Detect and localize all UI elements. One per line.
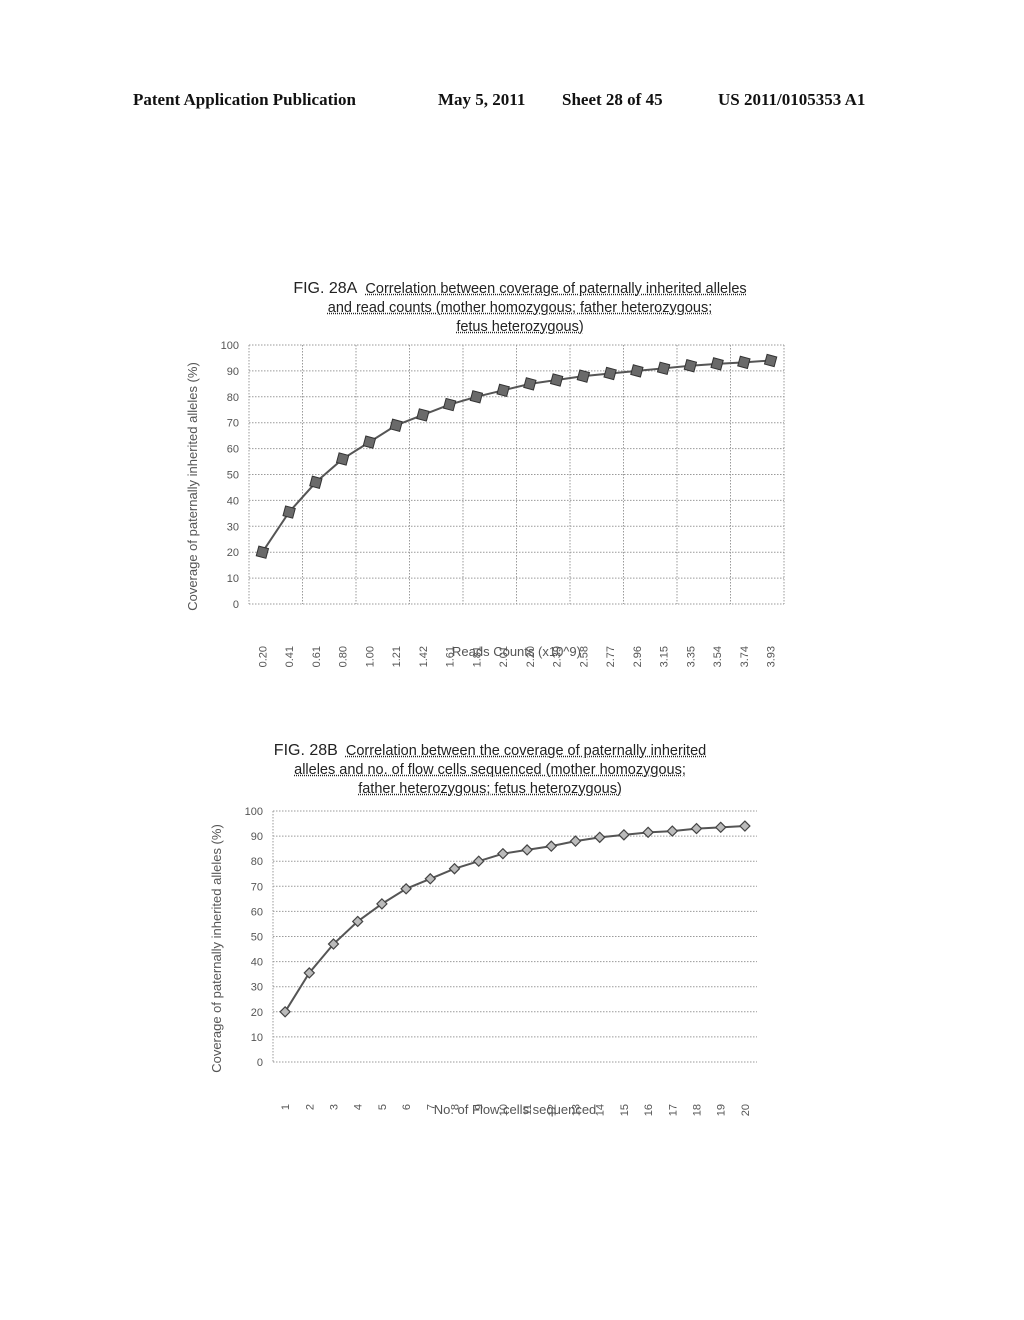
chart-fig-28a: 0 10 20 30 40 50 60 70 80 90 100 0.20 0.41 0.61 0.80 1.… <box>185 340 785 667</box>
x-tick-label: 4 <box>353 1104 365 1110</box>
x-tick-label: 0.41 <box>284 646 296 667</box>
data-point <box>472 855 485 868</box>
y-tick-label: 50 <box>251 932 263 944</box>
data-point <box>593 831 606 844</box>
series-line <box>284 825 745 1013</box>
x-tick-label: 6 <box>401 1104 413 1110</box>
data-point <box>710 357 724 371</box>
y-tick-label: 90 <box>251 831 263 843</box>
y-tick-label: 30 <box>227 521 239 533</box>
data-point <box>416 408 430 422</box>
data-point <box>255 545 270 559</box>
data-point <box>737 355 751 370</box>
y-tick-label: 10 <box>251 1032 263 1044</box>
data-point <box>309 475 323 490</box>
y-tick-label: 100 <box>245 806 263 818</box>
x-tick-label: 19 <box>716 1104 728 1116</box>
x-tick-label: 14 <box>595 1104 607 1116</box>
y-tick-label: 20 <box>227 547 239 559</box>
y-tick-label: 70 <box>227 418 239 430</box>
y-tick-label: 30 <box>251 982 263 994</box>
x-tick-label: 20 <box>740 1104 752 1116</box>
data-point <box>497 847 509 860</box>
data-point <box>279 1005 291 1018</box>
y-tick-label: 10 <box>227 573 239 585</box>
x-tick-label: 3 <box>329 1104 341 1110</box>
data-point <box>523 377 537 391</box>
data-point <box>400 882 412 895</box>
y-tick-label: 50 <box>227 470 239 482</box>
data-point <box>603 366 617 381</box>
x-tick-label: 2.77 <box>605 646 617 667</box>
data-point <box>549 373 564 387</box>
data-point <box>335 452 350 466</box>
x-tick-label: 1.00 <box>364 646 376 667</box>
data-point <box>424 872 437 885</box>
data-point <box>690 822 703 835</box>
x-tick-label: 1 <box>280 1104 292 1110</box>
x-tick-label: 16 <box>643 1104 655 1116</box>
y-tick-label: 40 <box>227 495 239 507</box>
y-tick-label: 90 <box>227 366 239 378</box>
x-tick-label: 0.20 <box>257 646 269 667</box>
x-tick-label: 17 <box>667 1104 679 1116</box>
y-tick-label: 100 <box>221 340 239 352</box>
data-point <box>630 364 644 378</box>
y-tick-label: 80 <box>251 856 263 868</box>
x-tick-label: 3.54 <box>712 646 724 667</box>
y-tick-label: 60 <box>251 906 263 918</box>
x-tick-label: 15 <box>619 1104 631 1116</box>
x-tick-label: 2.96 <box>632 646 644 667</box>
data-point <box>545 840 558 852</box>
y-axis-title: Coverage of paternally inherited alleles… <box>209 824 224 1073</box>
x-tick-label: 3.15 <box>659 646 671 667</box>
y-tick-label: 40 <box>251 957 263 969</box>
y-tick-label: 80 <box>227 392 239 404</box>
x-axis-title: No. of Flow cells sequenced <box>434 1102 597 1117</box>
y-tick-label: 60 <box>227 444 239 456</box>
y-axis-title: Coverage of paternally inherited alleles… <box>185 362 200 611</box>
data-point <box>683 358 698 373</box>
data-point <box>576 369 591 383</box>
data-point <box>496 383 510 398</box>
x-tick-label: 18 <box>692 1104 704 1116</box>
x-tick-label: 2 <box>304 1104 316 1110</box>
data-point <box>389 418 403 433</box>
data-point <box>448 862 461 875</box>
x-tick-label: 3.93 <box>766 646 778 667</box>
data-point <box>521 844 533 856</box>
x-tick-label: 0.80 <box>338 646 350 667</box>
x-tick-label: 1.21 <box>391 646 403 667</box>
data-point <box>618 828 630 841</box>
data-point <box>282 505 296 519</box>
data-point <box>714 821 727 834</box>
y-tick-label: 0 <box>257 1057 263 1069</box>
data-point <box>656 361 671 376</box>
data-point <box>763 353 778 368</box>
y-tick-label: 20 <box>251 1007 263 1019</box>
data-point <box>469 390 484 404</box>
x-tick-label: 0.61 <box>311 646 323 667</box>
data-point <box>666 825 679 837</box>
data-point <box>569 835 582 847</box>
data-point <box>362 435 377 449</box>
y-tick-label: 0 <box>233 599 239 611</box>
charts-canvas: 01020304050607080901000.20 0.41 0.61 0.80 1.… <box>185 340 785 1117</box>
chart-fig-28b: 01020304050607080901001 2 3 4 5 6 7 8 9 10 11 12 13 1… <box>209 806 757 1117</box>
data-point <box>442 397 457 412</box>
x-axis-title: Reads Counts (x10^9) <box>452 644 581 659</box>
data-point <box>739 820 751 832</box>
x-tick-label: 3.35 <box>685 646 697 667</box>
x-tick-label: 1.42 <box>418 646 430 667</box>
y-tick-label: 70 <box>251 881 263 893</box>
x-tick-label: 3.74 <box>739 646 751 667</box>
x-tick-label: 5 <box>377 1104 389 1110</box>
